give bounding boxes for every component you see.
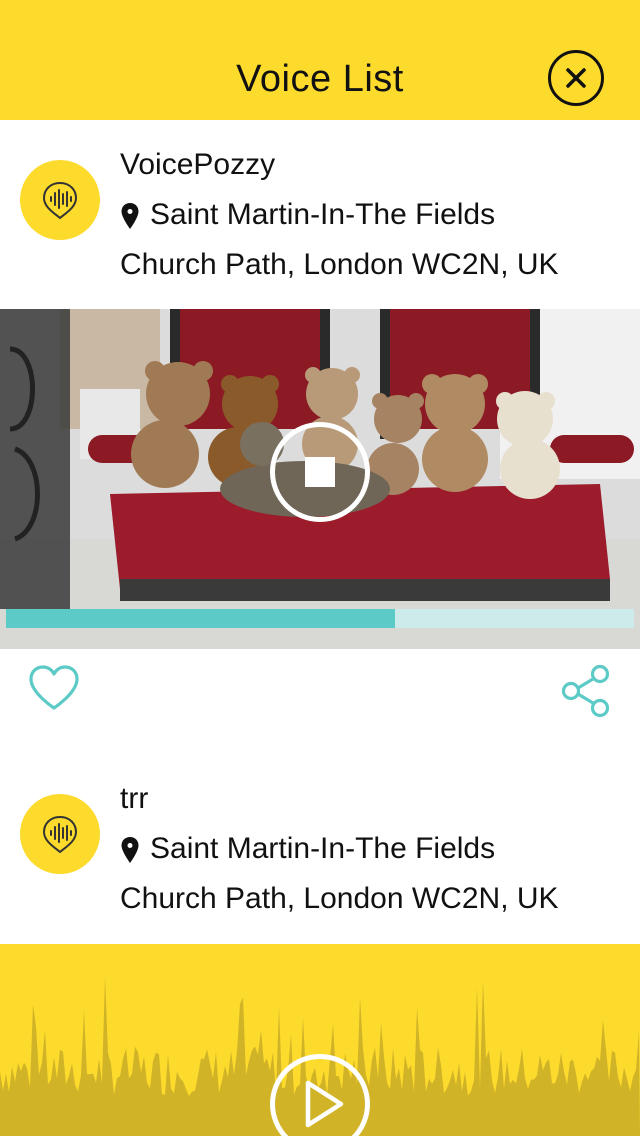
stop-button[interactable]: [270, 422, 370, 522]
share-icon: [561, 664, 610, 718]
share-button[interactable]: [560, 664, 612, 723]
voice-avatar: [20, 794, 100, 874]
close-icon: [566, 68, 586, 88]
play-button[interactable]: [270, 1054, 370, 1136]
playback-progress-bar[interactable]: [6, 609, 634, 628]
voice-wave-icon: [42, 815, 78, 854]
location-line-1: Saint Martin-In-The Fields: [120, 832, 495, 866]
heart-icon: [29, 665, 79, 710]
page-title: Voice List: [236, 58, 404, 100]
footer-player: [0, 944, 640, 1136]
voice-name: trr: [120, 782, 149, 815]
play-icon: [305, 1080, 344, 1128]
voice-list-item[interactable]: VoicePozzy Saint Martin-In-The Fields Ch…: [0, 120, 640, 309]
stop-icon: [305, 457, 335, 487]
close-button[interactable]: [548, 50, 604, 106]
location-line-2: Church Path, London WC2N, UK: [120, 248, 559, 281]
voice-list-item[interactable]: trr Saint Martin-In-The Fields Church Pa…: [0, 760, 640, 944]
like-button[interactable]: [28, 664, 80, 717]
location-name: Saint Martin-In-The Fields: [150, 832, 496, 865]
header-bar: Voice List: [0, 0, 640, 120]
voice-name: VoicePozzy: [120, 148, 276, 181]
playback-progress-fill: [6, 609, 396, 628]
location-line-2: Church Path, London WC2N, UK: [120, 882, 559, 915]
location-name: Saint Martin-In-The Fields: [150, 198, 496, 231]
location-pin-icon: [121, 203, 139, 230]
voice-wave-icon: [42, 181, 78, 220]
voice-avatar: [20, 160, 100, 240]
location-line-1: Saint Martin-In-The Fields: [120, 198, 495, 232]
location-pin-icon: [121, 837, 139, 864]
